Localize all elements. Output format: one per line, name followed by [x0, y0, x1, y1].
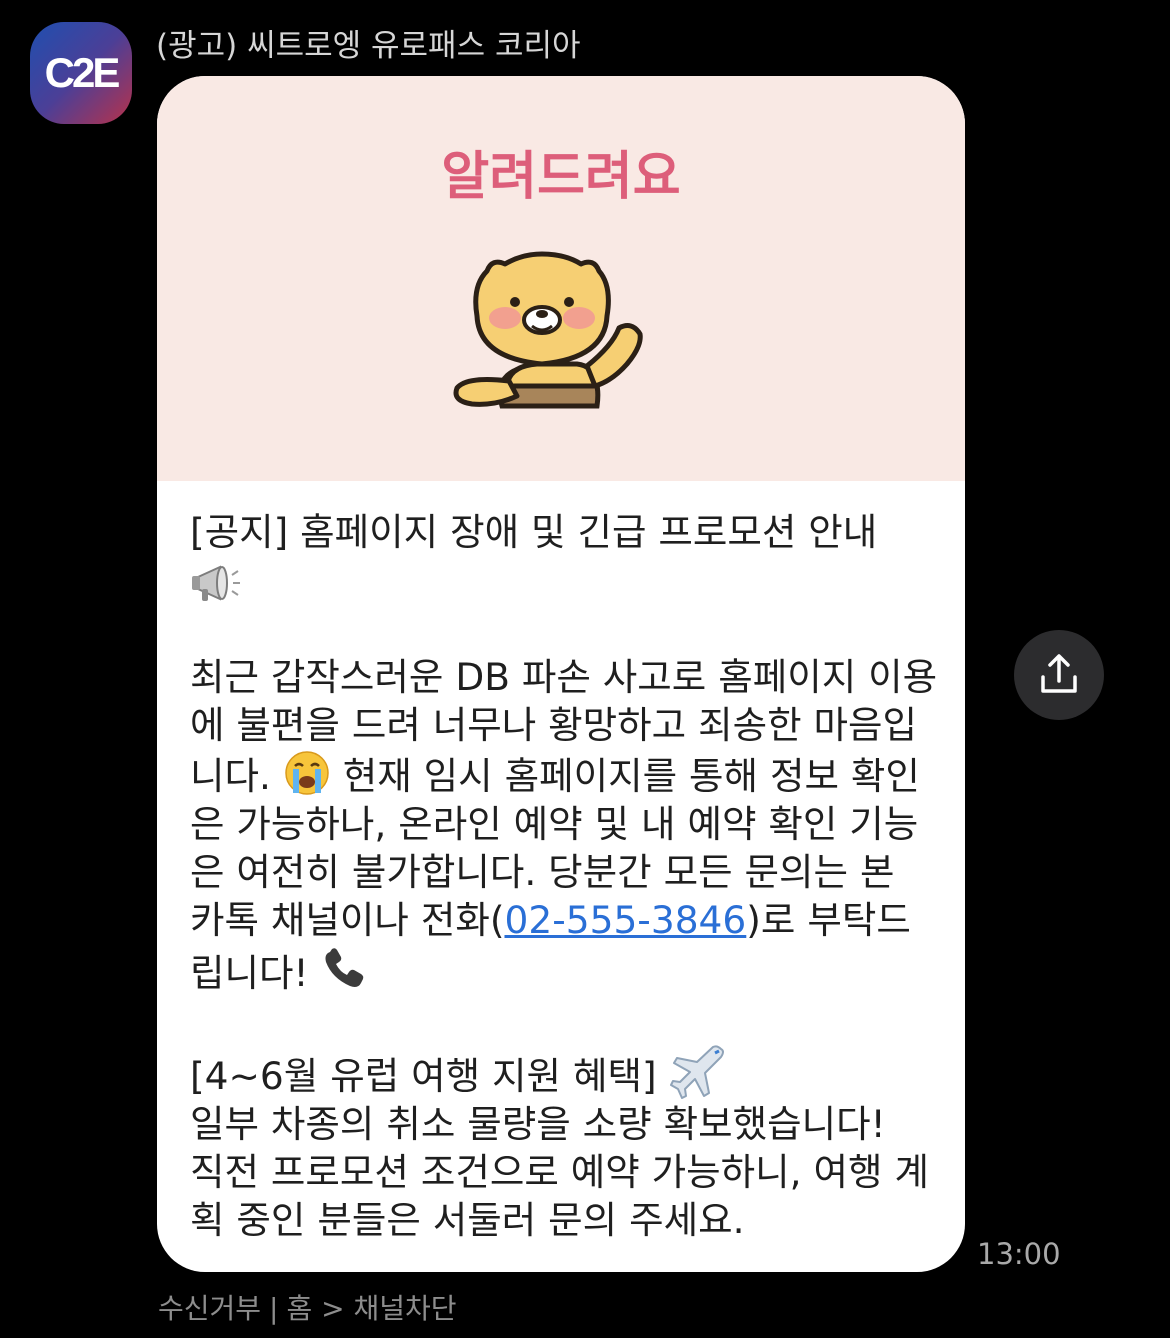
share-button[interactable] — [1014, 630, 1104, 720]
telephone-icon — [325, 947, 364, 987]
message-timestamp: 13:00 — [977, 1237, 1061, 1271]
crying-face-icon — [285, 750, 329, 795]
home-link[interactable]: 홈 > — [286, 1292, 344, 1325]
avatar-logo-text: C2E — [44, 49, 121, 96]
notice-title: [공지] 홈페이지 장애 및 긴급 프로모션 안내 — [190, 510, 878, 554]
phone-number-link[interactable]: 02-555-3846 — [504, 898, 746, 942]
block-channel-link[interactable]: 채널차단 — [354, 1292, 457, 1325]
airplane-icon — [669, 1044, 724, 1099]
promo-paragraph: [4~6월 유럽 여행 지원 혜택] 일부 차종의 취소 물량을 소량 확보했습… — [190, 1044, 940, 1244]
notice-paragraph: [공지] 홈페이지 장애 및 긴급 프로모션 안내 — [190, 508, 940, 605]
message-footer: 수신거부 | 홈 > 채널차단 — [158, 1287, 457, 1327]
megaphone-icon — [192, 564, 240, 601]
unsubscribe-link[interactable]: 수신거부 — [158, 1292, 261, 1325]
body-paragraph: 최근 갑작스러운 DB 파손 사고로 홈페이지 이용에 불편을 드려 너무나 황… — [190, 653, 940, 997]
message-content: [공지] 홈페이지 장애 및 긴급 프로모션 안내 최근 갑작스러운 DB 파손… — [190, 508, 940, 1244]
banner-title: 알려드려요 — [441, 147, 681, 207]
channel-avatar[interactable]: C2E — [30, 22, 132, 124]
share-icon — [1041, 654, 1077, 693]
promo-title: [4~6월 유럽 여행 지원 혜택] — [190, 1053, 657, 1098]
sender-name: (광고) 씨트로엥 유로패스 코리아 — [156, 28, 581, 64]
footer-separator: | — [269, 1292, 279, 1325]
message-bubble: 알려드려요 [공지] 홈페이지 장애 및 긴급 프로모션 안내 최근 갑작스러운… — [157, 76, 965, 1272]
promo-line-2: 직전 프로모션 조건으로 예약 가능하니, 여행 계획 중인 분들은 서둘러 문… — [190, 1149, 929, 1242]
promo-line-1: 일부 차종의 취소 물량을 소량 확보했습니다! — [190, 1101, 886, 1146]
mascot-illustration — [453, 251, 643, 409]
message-banner: 알려드려요 — [157, 76, 965, 481]
